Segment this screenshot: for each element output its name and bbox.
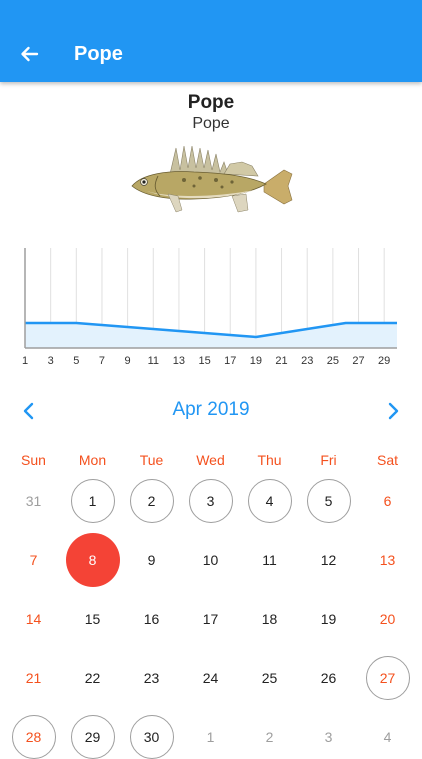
chart-x-tick-label: 7 (99, 355, 105, 367)
calendar-day[interactable]: 7 (12, 538, 56, 582)
calendar-day[interactable]: 2 (129, 479, 174, 523)
chart-x-tick-label: 23 (301, 355, 313, 367)
chart-x-tick-label: 9 (125, 355, 131, 367)
calendar-day[interactable]: 18 (248, 597, 292, 641)
back-button[interactable] (14, 39, 44, 69)
weekday-mon: Mon (78, 452, 107, 468)
calendar-day[interactable]: 16 (130, 597, 174, 641)
calendar-day[interactable]: 17 (189, 597, 233, 641)
calendar-day[interactable]: 9 (130, 538, 174, 582)
calendar-day[interactable]: 5 (306, 479, 351, 523)
chart-x-tick-label: 15 (198, 355, 210, 367)
calendar-day-selected[interactable]: 8 (65, 533, 120, 587)
calendar-day[interactable]: 15 (71, 597, 115, 641)
calendar-day[interactable]: 2 (248, 715, 292, 759)
calendar-day[interactable]: 14 (12, 597, 56, 641)
chart-x-tick-label: 13 (173, 355, 185, 367)
app-bar: Pope (0, 0, 422, 82)
calendar-day[interactable]: 11 (248, 538, 292, 582)
chart-x-tick-label: 29 (378, 355, 390, 367)
app-bar-title: Pope (74, 43, 123, 65)
chart-area-fill (25, 323, 397, 348)
calendar-day[interactable]: 3 (188, 479, 233, 523)
chart-x-tick-label: 27 (352, 355, 364, 367)
calendar-day[interactable]: 24 (189, 656, 233, 700)
calendar-day[interactable]: 19 (307, 597, 351, 641)
weekday-sat: Sat (376, 452, 398, 468)
chart-x-ticks: 1 3 5 7 9 11 13 15 17 19 21 23 25 27 29 (22, 355, 390, 367)
weekday-fri: Fri (320, 452, 337, 468)
calendar-day[interactable]: 6 (366, 479, 410, 523)
chart-x-tick-label: 11 (148, 355, 159, 367)
next-month-button[interactable] (378, 396, 408, 426)
weekday-sun: Sun (21, 452, 46, 468)
arrow-back-icon (21, 46, 39, 62)
calendar-day[interactable]: 20 (366, 597, 410, 641)
species-subtitle: Pope (192, 115, 230, 132)
calendar-day[interactable]: 30 (129, 715, 174, 759)
chart-x-tick-label: 19 (250, 355, 262, 367)
calendar-day[interactable]: 23 (130, 656, 174, 700)
calendar-day[interactable]: 1 (189, 715, 233, 759)
calendar-day[interactable]: 21 (12, 656, 56, 700)
calendar-day[interactable]: 4 (247, 479, 292, 523)
species-name: Pope (187, 92, 235, 113)
calendar-day[interactable]: 4 (366, 715, 410, 759)
weekday-tue: Tue (139, 452, 164, 468)
chart-x-tick-label: 5 (73, 355, 79, 367)
calendar-day[interactable]: 10 (189, 538, 233, 582)
calendar-day[interactable]: 28 (11, 715, 56, 759)
fish-image (131, 145, 293, 213)
chart-x-tick-label: 17 (224, 355, 236, 367)
calendar-day[interactable]: 27 (365, 656, 410, 700)
weekday-thu: Thu (257, 452, 282, 468)
chevron-right-icon (388, 402, 399, 420)
calendar-day[interactable]: 22 (71, 656, 115, 700)
calendar-day[interactable]: 29 (70, 715, 115, 759)
chart-x-tick-label: 3 (48, 355, 54, 367)
activity-chart: 1 3 5 7 9 11 13 15 17 19 21 23 25 27 29 (22, 248, 397, 367)
calendar-day[interactable]: 31 (12, 479, 56, 523)
calendar-day[interactable]: 25 (248, 656, 292, 700)
calendar-day[interactable]: 26 (307, 656, 351, 700)
chart-x-tick-label: 21 (275, 355, 287, 367)
chart-x-tick-label: 25 (327, 355, 339, 367)
chart-x-tick-label: 1 (22, 355, 28, 367)
calendar-day[interactable]: 13 (366, 538, 410, 582)
calendar-day[interactable]: 3 (307, 715, 351, 759)
month-title: Apr 2019 (172, 399, 250, 420)
weekday-wed: Wed (196, 452, 225, 468)
calendar-day[interactable]: 12 (307, 538, 351, 582)
calendar-day[interactable]: 1 (70, 479, 115, 523)
calendar-header: Apr 2019 (0, 396, 422, 426)
